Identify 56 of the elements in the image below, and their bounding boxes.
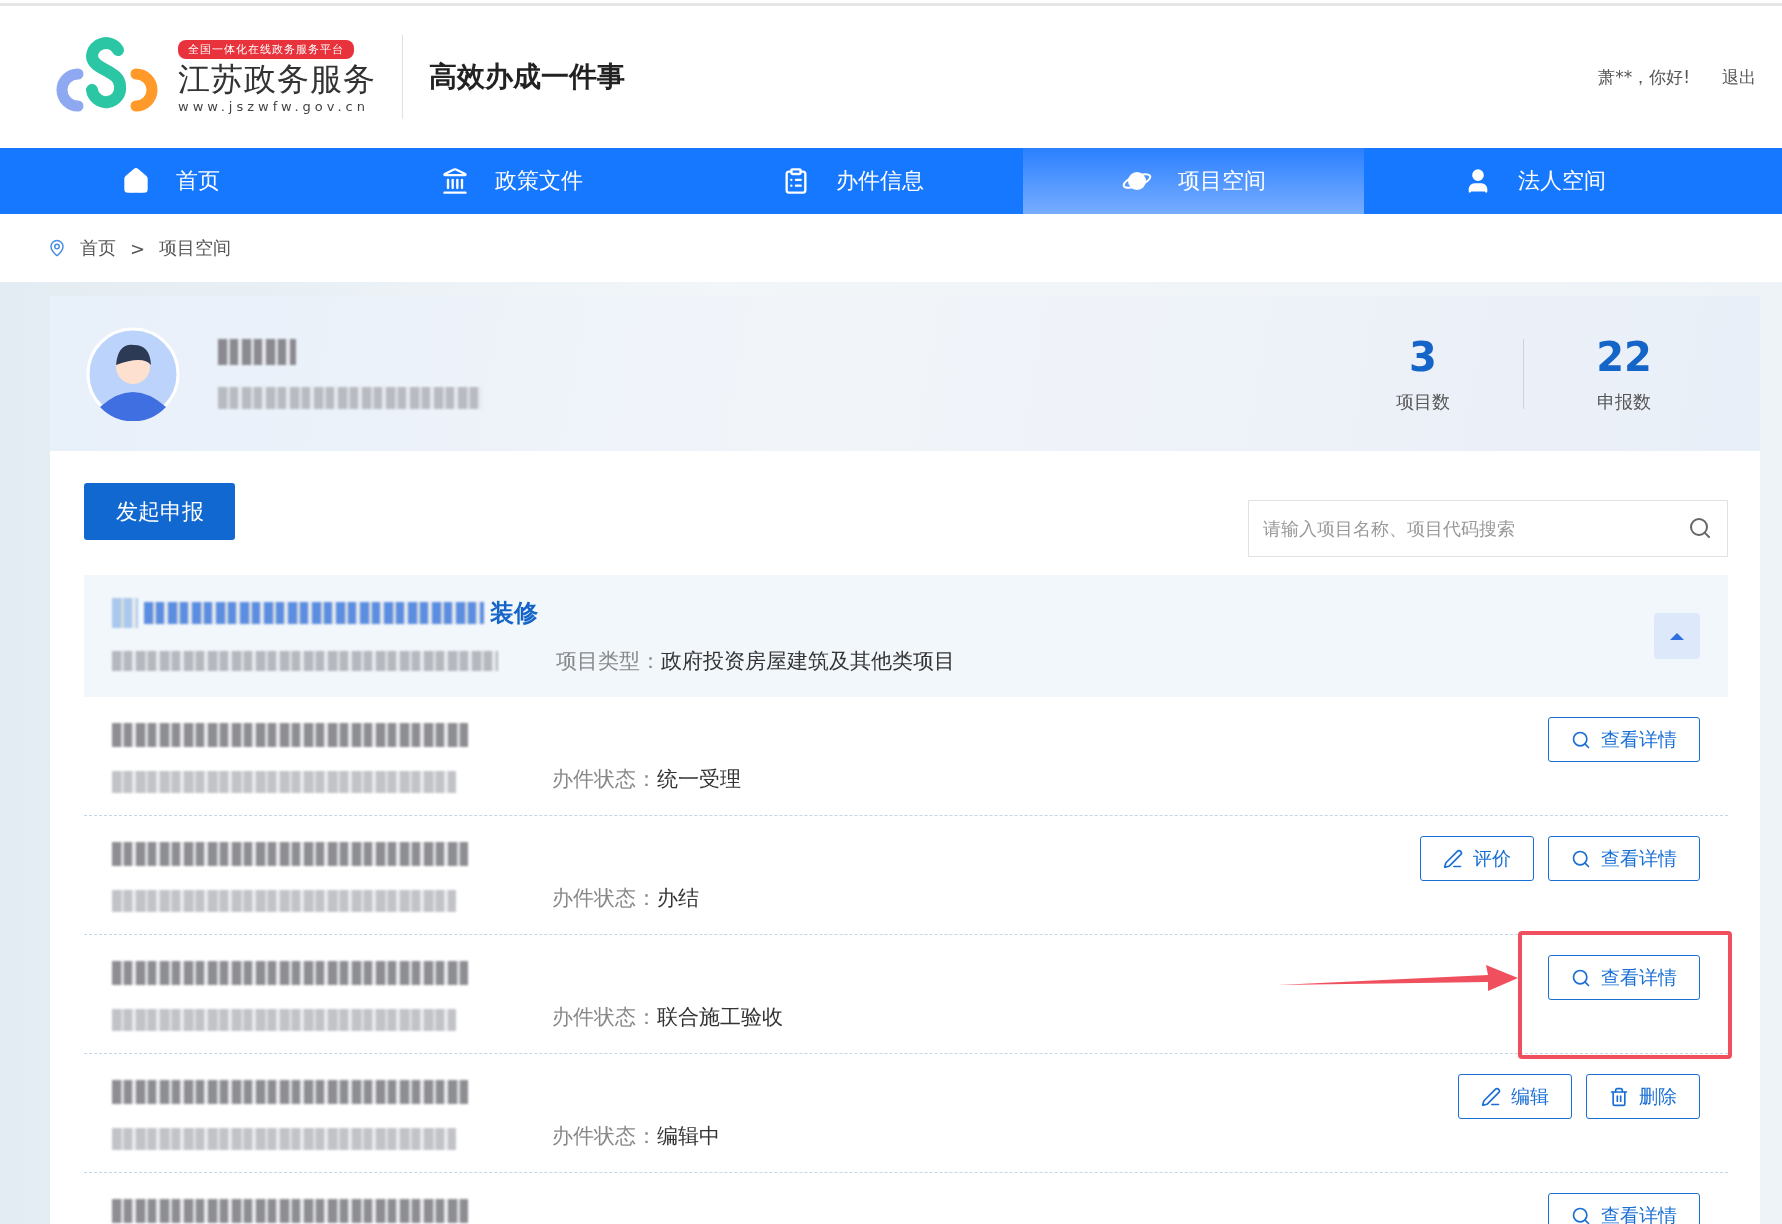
slogan: 高效办成一件事 xyxy=(429,59,625,95)
search-icon xyxy=(1571,1205,1591,1224)
action-button[interactable]: 查看详情 xyxy=(1548,717,1700,762)
site-url: www.jszwfw.gov.cn xyxy=(178,99,369,114)
nav-tab-label: 法人空间 xyxy=(1517,167,1606,195)
breadcrumb-separator: > xyxy=(130,237,146,259)
nav-tab[interactable]: 首页 xyxy=(0,148,341,214)
nav-tab-label: 首页 xyxy=(175,167,220,195)
action-button[interactable]: 评价 xyxy=(1420,836,1534,881)
location-icon xyxy=(48,239,66,257)
search-field[interactable]: 请输入项目名称、项目代码搜索 xyxy=(1248,500,1728,557)
nav-tab-label: 政策文件 xyxy=(494,167,583,195)
field-value: 政府投资房屋建筑及其他类项目 xyxy=(661,649,955,673)
nav-tab-label: 项目空间 xyxy=(1177,167,1266,195)
nav-tab[interactable]: 项目空间 xyxy=(1023,148,1364,214)
platform-badge: 全国一体化在线政务服务平台 xyxy=(178,40,354,59)
stat-label: 申报数 xyxy=(1597,389,1651,414)
field-label: 办件状态： xyxy=(552,1005,657,1029)
field-label: 项目类型： xyxy=(556,649,661,673)
action-button[interactable]: 查看详情 xyxy=(1548,955,1700,1000)
caret-icon xyxy=(1669,631,1685,641)
start-application-button[interactable]: 发起申报 xyxy=(84,483,235,540)
status-value: 统一受理 xyxy=(657,767,741,791)
action-button[interactable]: 删除 xyxy=(1586,1074,1700,1119)
search-icon xyxy=(1571,848,1591,869)
site-name: 江苏政务服务 xyxy=(178,59,376,99)
pencil-icon xyxy=(1443,848,1463,869)
status-value: 编辑中 xyxy=(657,1124,720,1148)
trash-icon xyxy=(1609,1086,1629,1107)
search-icon xyxy=(1571,967,1591,988)
field-label: 办件状态： xyxy=(552,767,657,791)
project-title[interactable]: 装修 xyxy=(490,597,538,629)
nav-tab[interactable]: 办件信息 xyxy=(682,148,1023,214)
user-greeting: 萧**，你好! xyxy=(1598,65,1690,89)
action-button[interactable]: 查看详情 xyxy=(1548,1193,1700,1224)
blurred-text xyxy=(112,598,138,628)
search-icon[interactable] xyxy=(1688,516,1712,540)
status-value: 办结 xyxy=(657,886,699,910)
bank-icon xyxy=(440,167,469,195)
nav-tab-label: 办件信息 xyxy=(835,167,924,195)
nav-tab[interactable]: 法人空间 xyxy=(1364,148,1705,214)
stat-label: 项目数 xyxy=(1396,389,1450,414)
stat-value: 22 xyxy=(1596,333,1652,380)
nav-tab[interactable]: 政策文件 xyxy=(341,148,682,214)
pencil-icon xyxy=(1481,1086,1501,1107)
field-label: 办件状态： xyxy=(552,886,657,910)
field-label: 办件状态： xyxy=(552,1124,657,1148)
search-icon xyxy=(1571,729,1591,750)
action-button[interactable]: 编辑 xyxy=(1458,1074,1572,1119)
logout-link[interactable]: 退出 xyxy=(1722,65,1756,89)
stat-value: 3 xyxy=(1409,333,1437,380)
home-icon xyxy=(121,167,150,195)
action-button[interactable]: 查看详情 xyxy=(1548,836,1700,881)
breadcrumb-item[interactable]: 项目空间 xyxy=(159,236,232,260)
status-value: 联合施工验收 xyxy=(657,1005,783,1029)
breadcrumb-item[interactable]: 首页 xyxy=(80,236,116,260)
